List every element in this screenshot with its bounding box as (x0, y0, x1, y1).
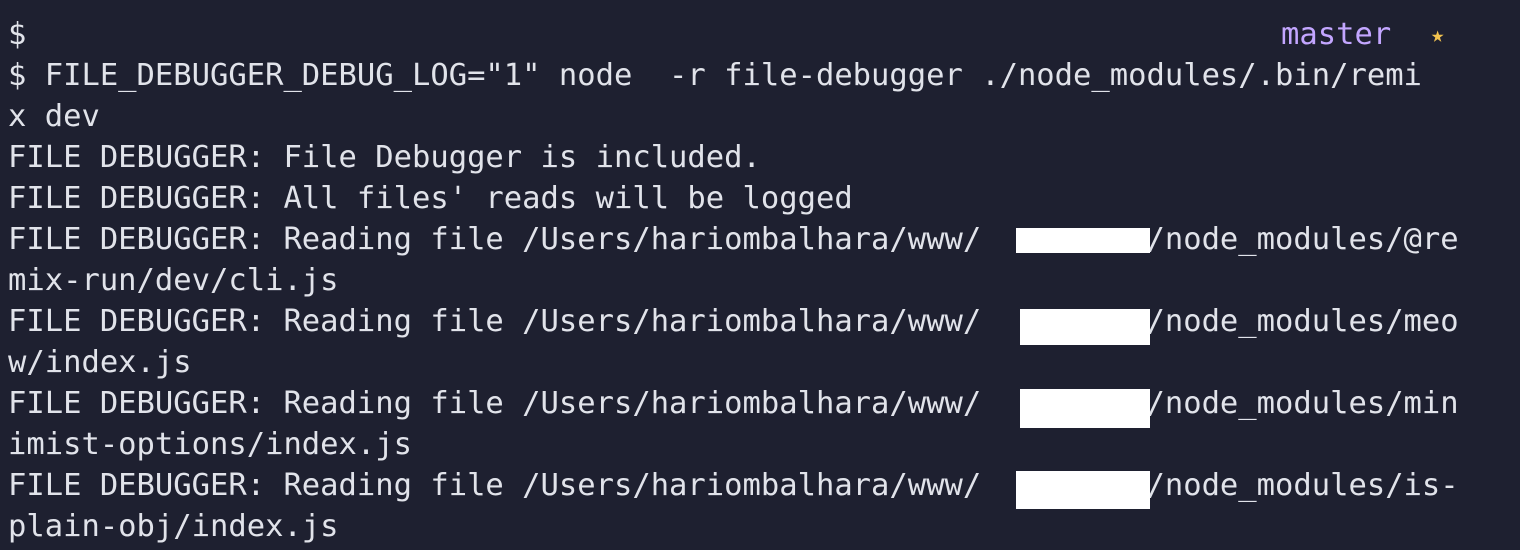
redaction-box (1016, 228, 1150, 253)
output-line: w/index.js (8, 345, 192, 380)
prompt-line: $ (8, 17, 27, 52)
output-line: FILE DEBUGGER: Reading file /Users/hario… (8, 304, 1459, 339)
redaction-box (1020, 309, 1150, 345)
output-line: mix-run/dev/cli.js (8, 263, 339, 298)
terminal-window[interactable]: $ master ★ $ FILE_DEBUGGER_DEBUG_LOG="1"… (0, 0, 1520, 550)
output-line: FILE DEBUGGER: Reading file /Users/hario… (8, 386, 1459, 421)
output-line: FILE DEBUGGER: Reading file /Users/hario… (8, 468, 1459, 503)
star-icon: ★ (1431, 23, 1445, 48)
output-line: FILE DEBUGGER: All files' reads will be … (8, 181, 853, 216)
output-line: x dev (8, 99, 100, 134)
redaction-box (1016, 471, 1150, 509)
output-line: imist-options/index.js (8, 427, 412, 462)
command-line: $ FILE_DEBUGGER_DEBUG_LOG="1" node -r fi… (8, 58, 1422, 93)
output-line: FILE DEBUGGER: File Debugger is included… (8, 140, 761, 175)
output-line: plain-obj/index.js (8, 509, 339, 544)
output-line: FILE DEBUGGER: Reading file /Users/hario… (8, 222, 1459, 257)
redaction-box (1020, 389, 1150, 428)
git-branch-label: master (1281, 17, 1392, 52)
